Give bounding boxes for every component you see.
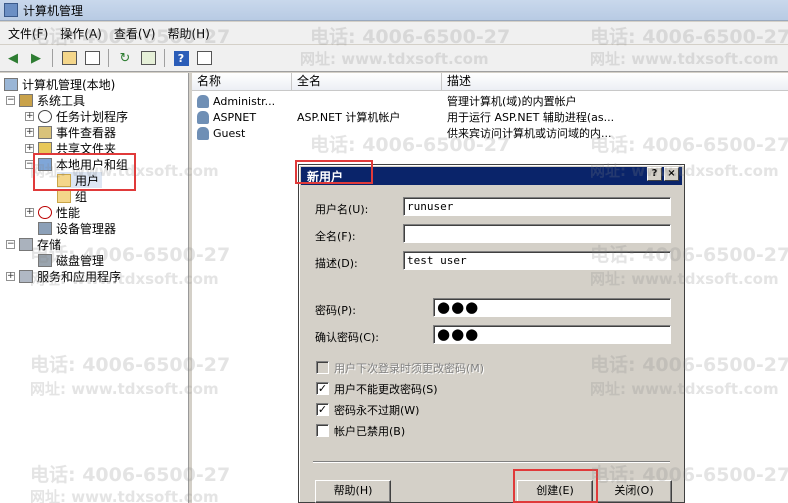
user-icon xyxy=(197,110,209,124)
tree-label: 设备管理器 xyxy=(56,221,117,236)
list-item[interactable]: ASPNET xyxy=(197,109,256,125)
computer-icon xyxy=(4,77,18,91)
password-field[interactable]: ●●● xyxy=(433,298,671,317)
password-label: 密码(P): xyxy=(315,304,356,317)
confirm-password-field[interactable]: ●●● xyxy=(433,325,671,344)
back-arrow-icon[interactable]: ◀ xyxy=(3,48,23,68)
help-button[interactable]: 帮助(H) xyxy=(315,480,391,503)
list-item[interactable]: Administr... xyxy=(197,93,275,109)
column-header-name[interactable]: 名称 xyxy=(192,73,292,91)
user-description: 供来宾访问计算机或访问域的内... xyxy=(447,127,612,140)
password-never-expires-label: 密码永不过期(W) xyxy=(334,404,420,417)
tree-root[interactable]: 计算机管理(本地) xyxy=(4,76,115,92)
window-title: 计算机管理 xyxy=(23,3,84,18)
tree-item-disk-management[interactable]: 磁盘管理 xyxy=(38,252,104,268)
username-label: 用户名(U): xyxy=(315,203,369,216)
services-icon xyxy=(19,269,33,283)
user-fullname: ASP.NET 计算机帐户 xyxy=(297,111,401,124)
collapse-toggle-icon[interactable]: − xyxy=(6,95,15,105)
username-field[interactable]: runuser xyxy=(403,197,671,216)
user-description: 用于运行 ASP.NET 辅助进程(as... xyxy=(447,111,615,124)
tree-label: 性能 xyxy=(56,205,81,220)
toolbar-separator xyxy=(52,49,53,67)
device-manager-icon xyxy=(38,221,52,235)
show-hide-tree-icon[interactable] xyxy=(82,48,102,68)
column-header-description[interactable]: 描述 xyxy=(442,73,788,91)
event-viewer-icon xyxy=(38,125,52,139)
window-titlebar: 计算机管理 xyxy=(0,0,788,21)
fullname-field[interactable] xyxy=(403,224,671,243)
list-item[interactable]: Guest xyxy=(197,125,245,141)
tree-label: 任务计划程序 xyxy=(56,109,129,124)
column-header-fullname[interactable]: 全名 xyxy=(292,73,442,91)
storage-icon xyxy=(19,237,33,251)
performance-icon xyxy=(38,205,52,219)
tree-item-performance[interactable]: + 性能 xyxy=(25,204,80,220)
user-name: ASPNET xyxy=(213,110,257,124)
menu-view[interactable]: 查看(V) xyxy=(108,25,162,42)
expand-toggle-icon[interactable]: + xyxy=(6,271,15,281)
expand-toggle-icon[interactable]: + xyxy=(25,143,34,153)
menu-help[interactable]: 帮助(H) xyxy=(161,25,215,42)
properties-icon[interactable] xyxy=(194,48,214,68)
tools-icon xyxy=(19,93,33,107)
user-icon xyxy=(197,94,209,108)
menu-action[interactable]: 操作(A) xyxy=(54,25,108,42)
collapse-toggle-icon[interactable]: − xyxy=(6,239,15,249)
close-button[interactable]: 关闭(O) xyxy=(596,480,672,503)
tree-item-device-manager[interactable]: 设备管理器 xyxy=(38,220,116,236)
highlight-box xyxy=(295,160,373,184)
cannot-change-password-label: 用户不能更改密码(S) xyxy=(334,383,438,396)
highlight-box xyxy=(513,469,598,503)
tree-label: 存储 xyxy=(37,237,62,252)
tree-label: 系统工具 xyxy=(37,93,86,108)
tree-label: 服务和应用程序 xyxy=(37,269,122,284)
tree-label: 事件查看器 xyxy=(56,125,117,140)
folder-icon xyxy=(57,189,71,203)
tree-root-label: 计算机管理(本地) xyxy=(22,77,116,92)
user-icon xyxy=(197,126,209,140)
computer-management-icon xyxy=(4,3,18,17)
tree-item-storage[interactable]: − 存储 xyxy=(6,236,61,252)
user-name: Administr... xyxy=(213,94,276,108)
expand-toggle-icon[interactable]: + xyxy=(25,127,34,137)
must-change-password-checkbox[interactable] xyxy=(316,361,329,374)
description-field[interactable]: test user xyxy=(403,251,671,270)
clock-icon xyxy=(38,109,52,123)
tree-item-system-tools[interactable]: − 系统工具 xyxy=(6,92,85,108)
tree-item-services-apps[interactable]: + 服务和应用程序 xyxy=(6,268,121,284)
toolbar-separator xyxy=(164,49,165,67)
disk-icon xyxy=(38,253,52,267)
dialog-separator xyxy=(313,461,670,463)
description-label: 描述(D): xyxy=(315,257,358,270)
refresh-icon[interactable]: ↻ xyxy=(115,48,135,68)
user-description: 管理计算机(域)的内置帐户 xyxy=(447,95,577,108)
tree-label: 磁盘管理 xyxy=(56,253,105,268)
tree-item-event-viewer[interactable]: + 事件查看器 xyxy=(25,124,116,140)
up-folder-icon[interactable] xyxy=(59,48,79,68)
forward-arrow-icon[interactable]: ▶ xyxy=(26,48,46,68)
console-tree: 计算机管理(本地) − 系统工具 + 任务计划程序 + 事件查看器 + 共享文件… xyxy=(0,73,189,503)
toolbar: ◀ ▶ ↻ ? xyxy=(0,45,788,72)
menu-bar: 文件(F) 操作(A) 查看(V) 帮助(H) xyxy=(0,22,788,44)
confirm-password-label: 确认密码(C): xyxy=(315,331,379,344)
help-icon[interactable]: ? xyxy=(171,48,191,68)
toolbar-separator xyxy=(108,49,109,67)
must-change-password-label: 用户下次登录时须更改密码(M) xyxy=(334,362,485,375)
account-disabled-checkbox[interactable] xyxy=(316,424,329,437)
export-list-icon[interactable] xyxy=(138,48,158,68)
dialog-help-button[interactable]: ? xyxy=(647,167,662,181)
tree-item-task-scheduler[interactable]: + 任务计划程序 xyxy=(25,108,128,124)
menu-file[interactable]: 文件(F) xyxy=(2,25,54,42)
password-never-expires-checkbox[interactable]: ✓ xyxy=(316,403,329,416)
cannot-change-password-checkbox[interactable]: ✓ xyxy=(316,382,329,395)
expand-toggle-icon[interactable]: + xyxy=(25,207,34,217)
account-disabled-label: 帐户已禁用(B) xyxy=(334,425,406,438)
new-user-dialog: 新用户 ? × 用户名(U): runuser 全名(F): 描述(D): te… xyxy=(298,164,685,503)
expand-toggle-icon[interactable]: + xyxy=(25,111,34,121)
dialog-close-button[interactable]: × xyxy=(664,167,679,181)
highlight-box xyxy=(33,153,136,191)
user-name: Guest xyxy=(213,126,246,140)
fullname-label: 全名(F): xyxy=(315,230,356,243)
